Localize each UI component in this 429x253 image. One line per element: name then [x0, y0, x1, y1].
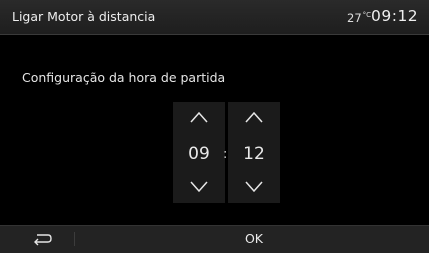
back-arrow-icon	[34, 234, 52, 246]
minutes-value: 12	[243, 144, 265, 164]
hours-increment-button[interactable]	[185, 106, 213, 128]
chevron-up-icon	[190, 111, 208, 123]
footer-bar: OK	[0, 225, 429, 253]
time-separator: :	[223, 147, 228, 162]
minutes-column: 12	[228, 102, 280, 203]
hours-value: 09	[188, 144, 210, 164]
chevron-down-icon	[245, 181, 263, 193]
header-bar: Ligar Motor à distancia 27°C 09:12	[0, 0, 429, 35]
hours-decrement-button[interactable]	[185, 176, 213, 198]
outside-temperature: 27°C	[347, 11, 371, 25]
screen-title: Ligar Motor à distancia	[12, 9, 156, 24]
start-time-config-label: Configuração da hora de partida	[22, 70, 226, 85]
hours-column: 09	[173, 102, 225, 203]
chevron-up-icon	[245, 111, 263, 123]
minutes-decrement-button[interactable]	[240, 176, 268, 198]
footer-divider	[74, 232, 75, 246]
back-button[interactable]	[28, 229, 56, 249]
ok-button[interactable]: OK	[236, 231, 272, 246]
minutes-increment-button[interactable]	[240, 106, 268, 128]
temperature-value: 27	[347, 11, 362, 25]
clock: 09:12	[371, 7, 419, 25]
screen: Ligar Motor à distancia 27°C 09:12 Confi…	[0, 0, 429, 253]
chevron-down-icon	[190, 181, 208, 193]
temperature-unit: °C	[362, 11, 372, 19]
